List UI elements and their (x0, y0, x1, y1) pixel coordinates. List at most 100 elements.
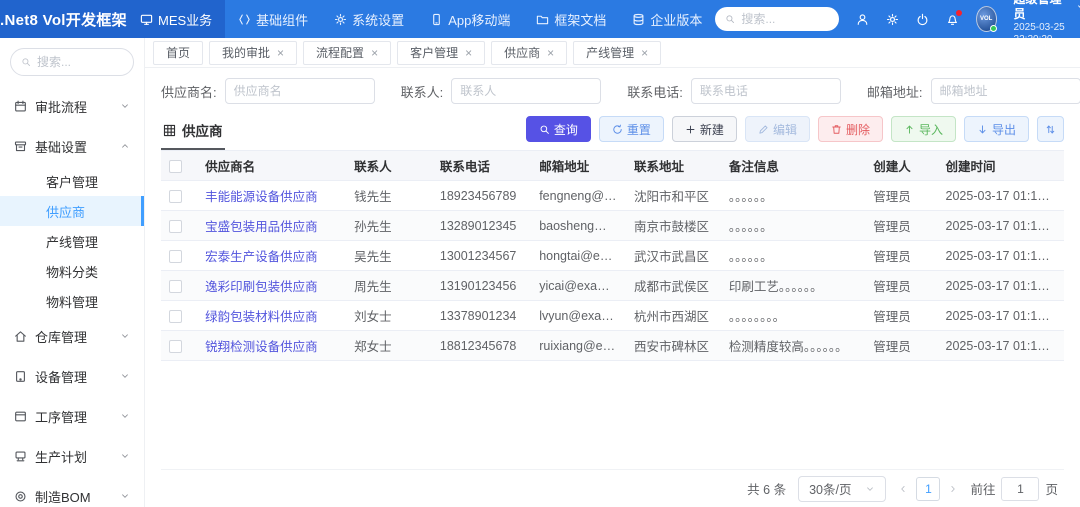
calendar-icon (14, 100, 27, 113)
sidebar-item-basic-settings[interactable]: 基础设置 (0, 126, 144, 166)
sidebar-item-manufacturing-bom[interactable]: 制造BOM (0, 476, 144, 507)
filter-input-phone[interactable] (691, 78, 841, 104)
cell: 杭州市西湖区 (626, 301, 721, 331)
current-datetime: 2025-03-25 22:20:20 (1014, 22, 1080, 47)
sidebar-item-production-plan[interactable]: 生产计划 (0, 436, 144, 476)
cell: 孙先生 (346, 211, 432, 241)
filter-group-email: 邮箱地址: (867, 78, 1080, 104)
global-search-input[interactable] (741, 12, 828, 26)
page-number-button[interactable]: 1 (916, 477, 940, 501)
row-checkbox[interactable] (169, 190, 182, 203)
row-checkbox[interactable] (169, 250, 182, 263)
sidebar-search[interactable] (10, 48, 134, 76)
column-header: 联系地址 (626, 151, 721, 181)
user-icon[interactable] (856, 13, 869, 26)
sidebar-subitem-customer-management[interactable]: 客户管理 (0, 166, 144, 196)
filter-input-supplier-name[interactable] (225, 78, 375, 104)
row-checkbox[interactable] (169, 220, 182, 233)
toolbar-button-import[interactable]: 导入 (891, 116, 956, 142)
page-tab-home[interactable]: 首页 (153, 41, 203, 65)
button-label: 编辑 (773, 121, 797, 138)
tab-close-icon[interactable]: × (547, 47, 554, 59)
top-nav-item-app-mobile[interactable]: App移动端 (417, 0, 523, 38)
sort-icon (1045, 124, 1056, 135)
toolbar-button-create[interactable]: 新建 (672, 116, 737, 142)
page-tab-supplier[interactable]: 供应商× (491, 41, 567, 65)
app-body: 审批流程基础设置客户管理供应商产线管理物料分类物料管理仓库管理设备管理工序管理生… (0, 38, 1080, 507)
tab-close-icon[interactable]: × (371, 47, 378, 59)
button-label: 查询 (554, 121, 578, 138)
cell: 2025-03-17 01:13:33 (938, 271, 1064, 301)
toolbar-button-reset[interactable]: 重置 (599, 116, 664, 142)
toolbar-button-sort-toggle[interactable] (1037, 116, 1064, 142)
prev-page-button[interactable] (898, 484, 908, 494)
page-tab-my-approvals[interactable]: 我的审批× (209, 41, 297, 65)
filter-input-contact[interactable] (451, 78, 601, 104)
chevron-down-icon (120, 411, 130, 421)
top-nav-item-system-settings[interactable]: 系统设置 (321, 0, 417, 38)
bell-icon[interactable] (946, 13, 959, 26)
empty-space (161, 361, 1064, 469)
chevron-down-icon (120, 371, 130, 381)
top-nav-item-mes[interactable]: MES业务 (127, 0, 225, 38)
page-tab-flow-config[interactable]: 流程配置× (303, 41, 391, 65)
cell: 2025-03-17 01:13:33 (938, 241, 1064, 271)
sidebar-subitem-material-management[interactable]: 物料管理 (0, 286, 144, 316)
toolbar-button-edit[interactable]: 编辑 (745, 116, 810, 142)
sidebar-item-approval-flow[interactable]: 审批流程 (0, 86, 144, 126)
next-page-button[interactable] (948, 484, 958, 494)
tab-close-icon[interactable]: × (641, 47, 648, 59)
sidebar-subitem-production-line[interactable]: 产线管理 (0, 226, 144, 256)
gear-icon[interactable] (886, 13, 899, 26)
power-icon[interactable] (916, 13, 929, 26)
sidebar-subitem-supplier[interactable]: 供应商 (0, 196, 144, 226)
cell: hongtai@exam... (531, 241, 626, 271)
tab-bar: 首页我的审批×流程配置×客户管理×供应商×产线管理× (145, 38, 1080, 68)
tab-close-icon[interactable]: × (277, 47, 284, 59)
sidebar-subitem-material-category[interactable]: 物料分类 (0, 256, 144, 286)
cell: 刘女士 (346, 301, 432, 331)
search-icon (725, 14, 735, 24)
sidebar-item-equipment[interactable]: 设备管理 (0, 356, 144, 396)
goto-page-input[interactable] (1001, 477, 1039, 501)
page-tab-production-line[interactable]: 产线管理× (573, 41, 661, 65)
page-unit-label: 页 (1045, 479, 1058, 498)
top-nav: MES业务基础组件系统设置App移动端框架文档企业版本 (127, 0, 715, 38)
global-search[interactable] (715, 7, 838, 31)
tab-close-icon[interactable]: × (465, 47, 472, 59)
toolbar-button-search[interactable]: 查询 (526, 116, 591, 142)
row-checkbox[interactable] (169, 340, 182, 353)
tab-label: 客户管理 (410, 44, 458, 61)
archive-icon (14, 140, 27, 153)
supplier-name-link[interactable]: 宏泰生产设备供应商 (197, 241, 346, 271)
button-label: 导入 (919, 121, 943, 138)
toolbar-button-delete[interactable]: 删除 (818, 116, 883, 142)
sidebar-search-input[interactable] (37, 55, 123, 69)
row-checkbox[interactable] (169, 280, 182, 293)
top-nav-item-enterprise[interactable]: 企业版本 (619, 0, 715, 38)
sidebar-item-warehouse[interactable]: 仓库管理 (0, 316, 144, 356)
supplier-name-link[interactable]: 丰能能源设备供应商 (197, 181, 346, 211)
page-tab-customer-management[interactable]: 客户管理 × (397, 41, 485, 65)
filter-input-email[interactable] (931, 78, 1080, 104)
toolbar-button-export[interactable]: 导出 (964, 116, 1029, 142)
top-nav-item-components[interactable]: 基础组件 (225, 0, 321, 38)
row-select-cell (161, 241, 197, 271)
row-checkbox[interactable] (169, 310, 182, 323)
supplier-name-link[interactable]: 宝盛包装用品供应商 (197, 211, 346, 241)
sidebar-item-label: 设备管理 (35, 367, 87, 386)
cell: 沈阳市和平区 (626, 181, 721, 211)
avatar[interactable]: VOL (976, 6, 997, 32)
page-size-select[interactable]: 30条/页 (798, 476, 886, 502)
supplier-name-link[interactable]: 绿韵包装材料供应商 (197, 301, 346, 331)
supplier-name-link[interactable]: 逸彩印刷包装供应商 (197, 271, 346, 301)
supplier-name-link[interactable]: 锐翔检测设备供应商 (197, 331, 346, 361)
top-nav-item-framework-docs[interactable]: 框架文档 (523, 0, 619, 38)
column-header: 创建人 (865, 151, 937, 181)
cell: 2025-03-17 01:13:33 (938, 301, 1064, 331)
cell: fengneng@exa... (531, 181, 626, 211)
gear-circle-icon (14, 490, 27, 503)
sidebar-item-process[interactable]: 工序管理 (0, 396, 144, 436)
user-menu[interactable]: 超级管理员 2025-03-25 22:20:20 (1014, 0, 1080, 47)
select-all-checkbox[interactable] (169, 160, 182, 173)
